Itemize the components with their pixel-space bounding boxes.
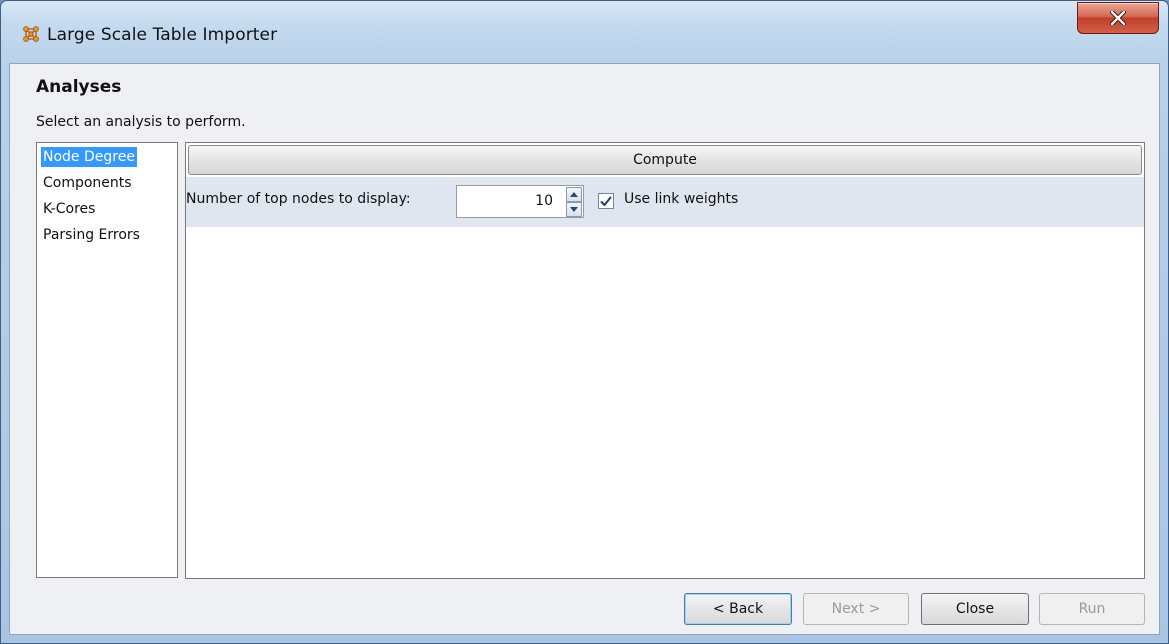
analysis-panel: Compute Number of top nodes to display: … [185, 142, 1145, 579]
page-instructions: Select an analysis to perform. [36, 114, 246, 130]
top-nodes-value[interactable]: 10 [535, 193, 553, 209]
analysis-item-node-degree[interactable]: Node Degree [41, 147, 137, 167]
checkmark-icon [600, 196, 612, 206]
options-row: Number of top nodes to display: 10 Use l… [186, 177, 1144, 227]
compute-button[interactable]: Compute [188, 145, 1142, 175]
window-title: Large Scale Table Importer [47, 25, 278, 45]
use-link-weights-checkbox[interactable] [598, 193, 614, 209]
back-button[interactable]: < Back [684, 593, 792, 625]
close-button[interactable]: Close [921, 593, 1029, 625]
arrow-up-icon [570, 192, 578, 197]
use-link-weights-label[interactable]: Use link weights [624, 191, 738, 207]
window-close-button[interactable] [1077, 2, 1159, 34]
network-app-icon [23, 26, 39, 42]
dialog-window: Large Scale Table Importer Analyses Sele… [0, 0, 1169, 644]
title-bar[interactable]: Large Scale Table Importer [1, 1, 1168, 63]
run-button[interactable]: Run [1039, 593, 1145, 625]
analysis-item-k-cores[interactable]: K-Cores [41, 199, 97, 219]
spinner-down-button[interactable] [566, 202, 582, 217]
next-button[interactable]: Next > [803, 593, 909, 625]
close-icon [1110, 11, 1126, 25]
top-nodes-spinner[interactable]: 10 [456, 185, 584, 218]
top-nodes-label: Number of top nodes to display: [186, 191, 411, 207]
page-title: Analyses [36, 77, 122, 97]
analysis-item-parsing-errors[interactable]: Parsing Errors [41, 225, 142, 245]
spinner-up-button[interactable] [566, 187, 582, 202]
arrow-down-icon [570, 207, 578, 212]
analysis-list[interactable]: Node Degree Components K-Cores Parsing E… [36, 142, 178, 578]
analysis-item-components[interactable]: Components [41, 173, 134, 193]
dialog-content: Analyses Select an analysis to perform. … [9, 63, 1160, 635]
